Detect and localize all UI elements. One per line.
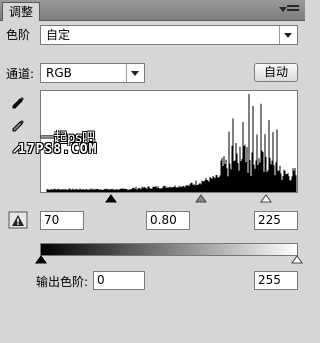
output-white-field[interactable]: 255: [254, 271, 298, 290]
black-output-slider[interactable]: [35, 255, 47, 264]
output-levels-label: 输出色阶:: [36, 275, 89, 289]
black-input-slider[interactable]: [105, 194, 117, 203]
preset-label: 色阶: [6, 28, 31, 42]
clipping-warning-icon[interactable]: [8, 211, 28, 229]
input-black-field[interactable]: 70: [40, 211, 84, 230]
preset-value: 自定: [46, 28, 71, 42]
gamma-input-slider[interactable]: [195, 194, 207, 203]
auto-button[interactable]: 自动: [254, 63, 298, 82]
chevron-down-icon[interactable]: [126, 64, 144, 82]
menu-icon[interactable]: [279, 5, 299, 15]
output-black-field[interactable]: 0: [93, 271, 145, 290]
white-output-slider[interactable]: [291, 255, 303, 264]
channel-label: 通道:: [6, 67, 35, 81]
tab-adjustments[interactable]: 调整: [2, 2, 41, 21]
input-white-field[interactable]: 225: [254, 211, 298, 230]
black-point-eyedropper-icon[interactable]: [10, 95, 26, 111]
output-gradient-bar: [40, 243, 298, 256]
gray-point-eyedropper-icon[interactable]: [10, 118, 26, 134]
white-input-slider[interactable]: [260, 194, 272, 203]
panel-titlebar: 调整: [0, 0, 305, 21]
channel-value: RGB: [46, 66, 72, 80]
chevron-down-icon[interactable]: [279, 26, 297, 44]
watermark-url: 17PS8.COM: [18, 142, 98, 157]
channel-select[interactable]: RGB: [40, 63, 145, 83]
preset-select[interactable]: 自定: [40, 25, 298, 45]
input-gamma-field[interactable]: 0.80: [146, 211, 190, 230]
